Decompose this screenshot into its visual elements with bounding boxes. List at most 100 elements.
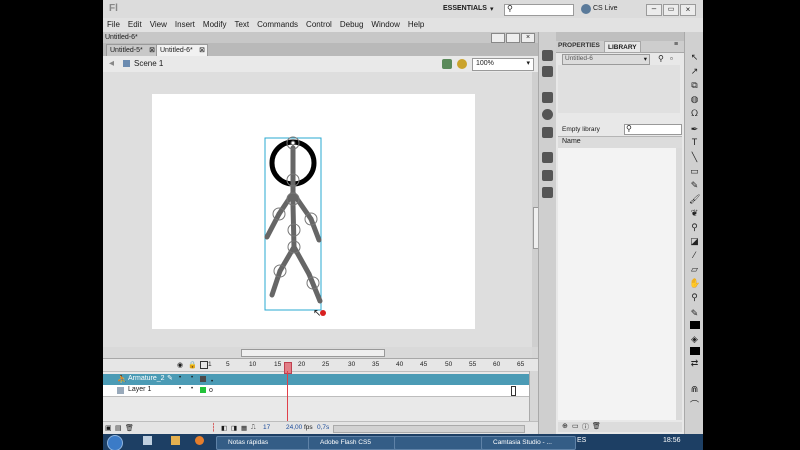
outline-swatch[interactable] xyxy=(200,387,206,393)
close-doc-button[interactable]: × xyxy=(521,33,535,43)
frame-rate[interactable]: 24,00 xyxy=(286,424,302,431)
stage-horizontal-scrollbar[interactable] xyxy=(103,347,532,358)
firefox-icon[interactable] xyxy=(195,436,204,445)
visibility-dot[interactable]: • xyxy=(179,375,181,381)
current-frame[interactable]: 17 xyxy=(263,424,270,431)
visibility-dot[interactable]: • xyxy=(179,386,181,392)
menu-modify[interactable]: Modify xyxy=(199,18,231,32)
3d-rotation-icon[interactable]: ◍ xyxy=(689,94,700,105)
align-icon[interactable] xyxy=(542,92,553,103)
delete-icon[interactable]: 🗑 xyxy=(592,422,601,430)
scroll-thumb[interactable] xyxy=(241,349,385,357)
menu-control[interactable]: Control xyxy=(302,18,336,32)
taskbar-flash-2[interactable] xyxy=(394,436,487,450)
close-button[interactable]: × xyxy=(680,4,696,16)
free-transform-icon[interactable]: ⧉ xyxy=(689,80,700,91)
maximize-button[interactable]: ▭ xyxy=(663,4,679,16)
hand-tool-icon[interactable]: ✋ xyxy=(689,278,700,289)
timeline-vscroll[interactable] xyxy=(529,371,538,421)
brush-tool-icon[interactable]: 🖌 xyxy=(689,194,700,205)
clock[interactable]: 18:56 xyxy=(663,437,681,444)
text-tool-icon[interactable]: T xyxy=(689,137,700,148)
new-folder-icon[interactable]: ▭ xyxy=(572,422,579,430)
line-tool-icon[interactable]: ╲ xyxy=(689,152,700,163)
library-list[interactable] xyxy=(558,148,676,420)
menu-window[interactable]: Window xyxy=(367,18,403,32)
transform-icon[interactable] xyxy=(542,127,553,138)
frame-ruler[interactable]: 1 5 10 15 20 25 30 35 40 45 50 55 60 65 xyxy=(208,359,526,371)
modify-markers-icon[interactable]: ⎍ xyxy=(251,424,256,432)
lock-icon[interactable]: 🔒 xyxy=(188,361,197,369)
zoom-tool-icon[interactable]: ⚲ xyxy=(689,292,700,303)
back-arrow-icon[interactable]: ◂ xyxy=(109,58,114,69)
edit-symbols-icon[interactable] xyxy=(457,59,467,69)
layer-name[interactable]: Armature_2 xyxy=(128,375,165,382)
joint-head[interactable] xyxy=(290,140,296,146)
swatches-icon[interactable] xyxy=(542,66,553,77)
taskbar-flash[interactable]: Adobe Flash CS5 xyxy=(308,436,403,450)
armature-figure[interactable] xyxy=(258,130,338,325)
taskbar-camtasia[interactable]: Camtasia Studio - ... xyxy=(481,436,576,450)
lock-dot[interactable]: • xyxy=(191,375,193,381)
layer-name[interactable]: Layer 1 xyxy=(128,386,151,393)
info-icon[interactable] xyxy=(542,109,553,120)
lasso-tool-icon[interactable]: ᘯ xyxy=(689,108,700,119)
rectangle-tool-icon[interactable]: ▭ xyxy=(689,166,700,177)
delete-icon[interactable]: 🗑 xyxy=(125,424,134,432)
snap-magnet-icon[interactable]: ⋒ xyxy=(689,384,700,395)
menu-insert[interactable]: Insert xyxy=(171,18,199,32)
playhead-handle[interactable] xyxy=(284,362,292,374)
eye-icon[interactable]: ◉ xyxy=(177,361,183,369)
components-icon[interactable] xyxy=(542,170,553,181)
selection-tool-icon[interactable]: ↖ xyxy=(689,52,700,63)
elapsed-time[interactable]: 0,7s xyxy=(317,424,329,431)
edit-multiple-icon[interactable]: ▦ xyxy=(241,424,247,432)
new-layer-icon[interactable]: ▣ xyxy=(105,424,112,432)
workspace-switcher[interactable]: ESSENTIALS xyxy=(443,5,487,12)
swap-colors-icon[interactable]: ⇄ xyxy=(689,358,700,369)
layer-row-armature[interactable]: ⛹ Armature_2 ✎ • • • xyxy=(103,374,538,385)
tab-library[interactable]: LIBRARY xyxy=(604,41,641,52)
menu-help[interactable]: Help xyxy=(404,18,428,32)
panel-menu-icon[interactable]: ≡ xyxy=(674,41,678,48)
motion-editor-icon[interactable] xyxy=(542,50,553,61)
new-folder-icon[interactable]: ▤ xyxy=(115,424,122,432)
properties-icon[interactable]: ⓘ xyxy=(582,422,589,432)
taskbar-notas[interactable]: Notas rápidas xyxy=(216,436,311,450)
cs-live-button[interactable]: CS Live xyxy=(593,5,618,12)
smooth-icon[interactable]: ⌒ xyxy=(689,400,700,411)
restore-doc-button[interactable] xyxy=(491,33,505,43)
onion-skin-icon[interactable]: ◧ xyxy=(221,424,227,432)
outline-icon[interactable] xyxy=(200,361,208,369)
menu-view[interactable]: View xyxy=(146,18,171,32)
menu-edit[interactable]: Edit xyxy=(124,18,146,32)
eyedropper-icon[interactable]: ⁄ xyxy=(689,250,700,261)
tab-properties[interactable]: PROPERTIES xyxy=(558,42,600,49)
eraser-tool-icon[interactable]: ▱ xyxy=(689,264,700,275)
stroke-color-swatch[interactable] xyxy=(690,321,700,329)
outline-swatch[interactable] xyxy=(200,376,206,382)
fill-color-icon[interactable]: ◈ xyxy=(689,334,700,345)
library-search-input[interactable]: ⚲ xyxy=(624,124,682,135)
language-indicator[interactable]: ES xyxy=(577,437,586,444)
deco-tool-icon[interactable]: ❦ xyxy=(689,208,700,219)
fill-color-swatch[interactable] xyxy=(690,347,700,355)
menu-commands[interactable]: Commands xyxy=(253,18,302,32)
pin-icon[interactable]: ⚲ xyxy=(658,54,664,63)
menu-debug[interactable]: Debug xyxy=(336,18,368,32)
menu-text[interactable]: Text xyxy=(230,18,253,32)
new-symbol-icon[interactable]: ⊕ xyxy=(562,422,568,430)
timeline-hscroll[interactable] xyxy=(333,425,525,433)
menu-file[interactable]: File xyxy=(103,18,124,32)
layer-row-layer-1[interactable]: Layer 1 • • o xyxy=(103,385,538,397)
new-library-icon[interactable]: ▫ xyxy=(670,54,673,63)
library-document-select[interactable]: Untitled-6 ▾ xyxy=(562,54,650,65)
column-name[interactable]: Name xyxy=(562,138,581,145)
chevron-down-icon[interactable]: ▾ xyxy=(490,5,494,13)
library-scrollbar[interactable] xyxy=(676,148,682,420)
explorer-icon[interactable] xyxy=(171,436,180,445)
lock-dot[interactable]: • xyxy=(191,386,193,392)
motion-presets-icon[interactable] xyxy=(542,187,553,198)
center-frame-icon[interactable]: ┆ xyxy=(211,423,216,432)
onion-outline-icon[interactable]: ◨ xyxy=(231,424,237,432)
